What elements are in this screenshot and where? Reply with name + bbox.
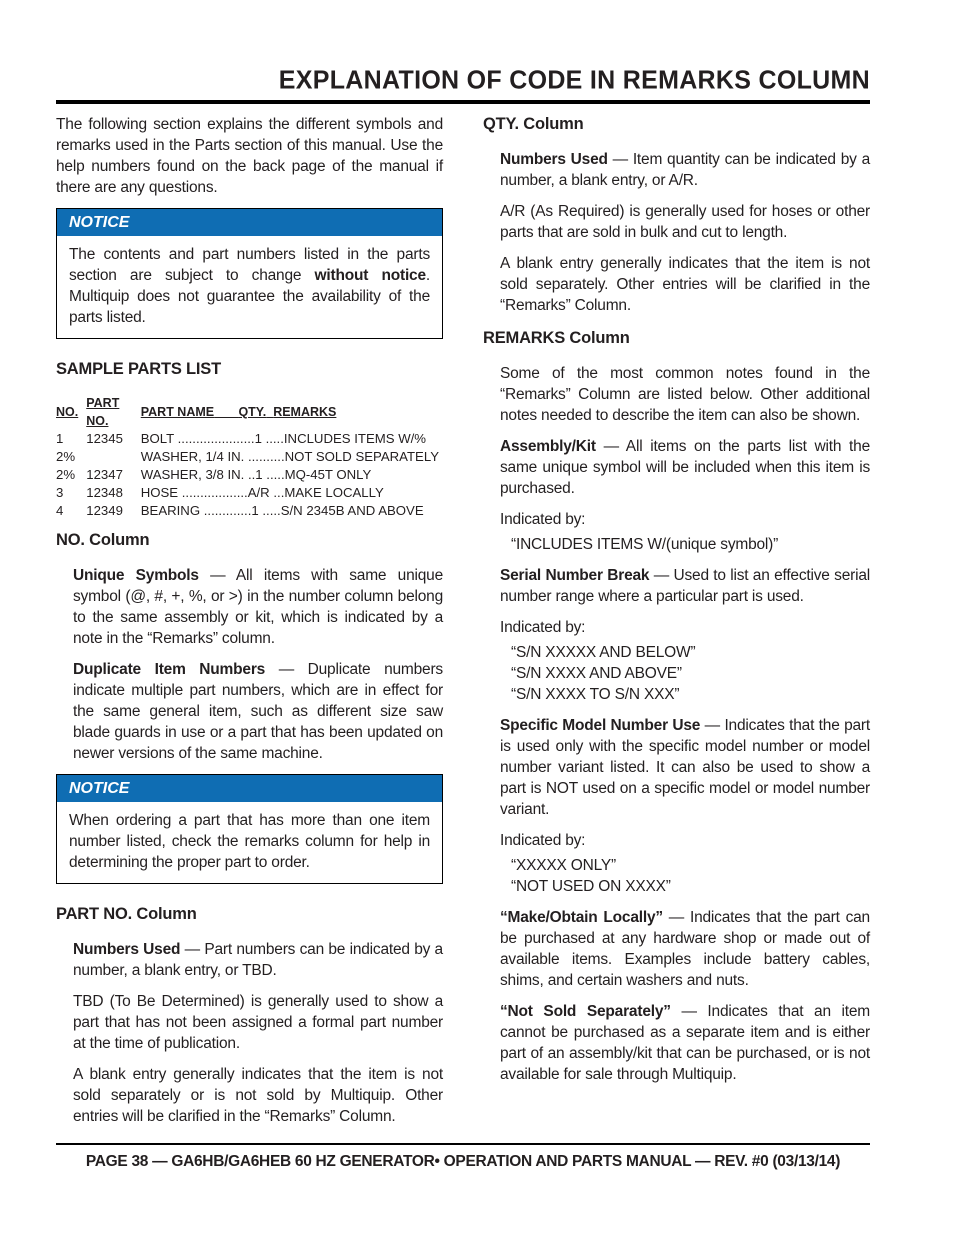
notice-box: NOTICE When ordering a part that has mor… [56, 774, 443, 884]
indicated-by-label: Indicated by: [500, 832, 586, 849]
notice-text: The contents and part numbers listed in … [69, 244, 430, 328]
cell: WASHER, 1/4 IN. ..........NOT SOLD SEPAR… [140, 449, 439, 464]
quote-line: “S/N XXXX AND ABOVE” [511, 665, 682, 682]
notice-box: NOTICE The contents and part numbers lis… [56, 208, 443, 339]
part-no-column-heading: PART NO. Column [56, 905, 197, 923]
cell [86, 448, 141, 466]
notice-text-bold: without notice [314, 267, 427, 284]
col-header: PART NAME QTY. REMARKS [141, 394, 443, 430]
cell: 12349 [86, 503, 123, 518]
quote-line: “S/N XXXXX AND BELOW” [511, 644, 696, 661]
sample-parts-table: NO. PART NO. PART NAME QTY. REMARKS 1 123… [56, 394, 443, 520]
cell: 4 [56, 503, 64, 518]
intro-paragraph: The following section explains the diffe… [56, 116, 443, 196]
cell: BEARING .............1 .....S/N 2345B AN… [140, 503, 424, 518]
col-header: NO. [56, 405, 79, 419]
cell: 2% [56, 449, 76, 464]
col-header-remarks: REMARKS [273, 405, 337, 419]
notice-label: NOTICE [57, 209, 442, 236]
term: “Not Sold Separately” [500, 1003, 671, 1020]
cell: 3 [56, 485, 64, 500]
notice-label: NOTICE [57, 775, 442, 802]
table-row: 3 12348 HOSE ..................A/R ...MAKE… [56, 484, 443, 502]
quote-line: “INCLUDES ITEMS W/(unique symbol)” [511, 536, 779, 553]
tbd-paragraph: TBD (To Be Determined) is generally used… [73, 993, 443, 1052]
cell: 1 [56, 431, 64, 446]
serial-break-paragraph: Serial Number Break — Used to list an ef… [483, 565, 870, 607]
notice-text: When ordering a part that has more than … [69, 812, 430, 871]
indicated-by-label: Indicated by: [500, 511, 586, 528]
table-row: 1 12345 BOLT .....................1 .....I… [56, 430, 443, 448]
term: Assembly/Kit [500, 438, 596, 455]
qty-numbers-used-paragraph: Numbers Used — Item quantity can be indi… [483, 149, 870, 191]
cell: 2% [56, 467, 76, 482]
table-row: 2% WASHER, 1/4 IN. ..........NOT SOLD SEP… [56, 448, 443, 466]
qty-blank-paragraph: A blank entry generally indicates that t… [500, 255, 870, 314]
make-locally-paragraph: “Make/Obtain Locally” — Indicates that t… [483, 907, 870, 991]
sample-parts-heading: SAMPLE PARTS LIST [56, 360, 221, 378]
duplicate-items-paragraph: Duplicate Item Numbers — Duplicate numbe… [56, 659, 443, 764]
model-number-paragraph: Specific Model Number Use — Indicates th… [483, 715, 870, 820]
page-footer: PAGE 38 — GA6HB/GA6HEB 60 HZ GENERATOR• … [85, 1153, 841, 1170]
quote-line: “XXXXX ONLY” [511, 857, 616, 874]
ar-paragraph: A/R (As Required) is generally used for … [500, 203, 870, 241]
term: Specific Model Number Use [500, 717, 701, 734]
footer-rule [56, 1143, 870, 1145]
cell: WASHER, 3/8 IN. ..1 .....MQ-45T ONLY [140, 467, 372, 482]
cell: 12347 [86, 467, 123, 482]
remarks-intro-paragraph: Some of the most common notes found in t… [500, 365, 870, 424]
remarks-column-heading: REMARKS Column [483, 329, 630, 347]
no-column-heading: NO. Column [56, 531, 150, 549]
blank-entry-paragraph: A blank entry generally indicates that t… [73, 1066, 443, 1125]
page-title: EXPLANATION OF CODE IN REMARKS COLUMN [278, 65, 870, 95]
cell: 12345 [86, 431, 123, 446]
assembly-kit-paragraph: Assembly/Kit — All items on the parts li… [483, 436, 870, 499]
quote-line: “S/N XXXX TO S/N XXX” [511, 686, 680, 703]
table-row: 2% 12347 WASHER, 3/8 IN. ..1 .....MQ-45T O… [56, 466, 443, 484]
cell: BOLT .....................1 .....INCLUDE… [140, 431, 427, 446]
title-rule [56, 100, 870, 104]
qty-column-heading: QTY. Column [483, 115, 584, 133]
term: “Make/Obtain Locally” [500, 909, 663, 926]
part-numbers-used-paragraph: Numbers Used — Part numbers can be indic… [56, 939, 443, 981]
term: Numbers Used [500, 151, 608, 168]
unique-symbols-paragraph: Unique Symbols — All items with same uni… [56, 565, 443, 649]
cell: HOSE ..................A/R ...MAKE LOCAL… [140, 485, 384, 500]
col-header-name: PART NAME [140, 405, 215, 419]
quote-line: “NOT USED ON XXXX” [511, 878, 671, 895]
term: Numbers Used [73, 941, 181, 958]
term: Unique Symbols [73, 567, 199, 584]
table-row: 4 12349 BEARING .............1 .....S/N 23… [56, 502, 443, 520]
left-column: The following section explains the diffe… [56, 114, 443, 1137]
term: Serial Number Break [500, 567, 650, 584]
col-header-qty: QTY. [238, 405, 267, 419]
col-header: PART NO. [86, 396, 120, 428]
right-column: QTY. Column Numbers Used — Item quantity… [483, 114, 870, 1095]
term: Duplicate Item Numbers [73, 661, 266, 678]
indicated-by-label: Indicated by: [500, 619, 586, 636]
cell: 12348 [86, 485, 123, 500]
not-sold-separately-paragraph: “Not Sold Separately” — Indicates that a… [483, 1001, 870, 1085]
